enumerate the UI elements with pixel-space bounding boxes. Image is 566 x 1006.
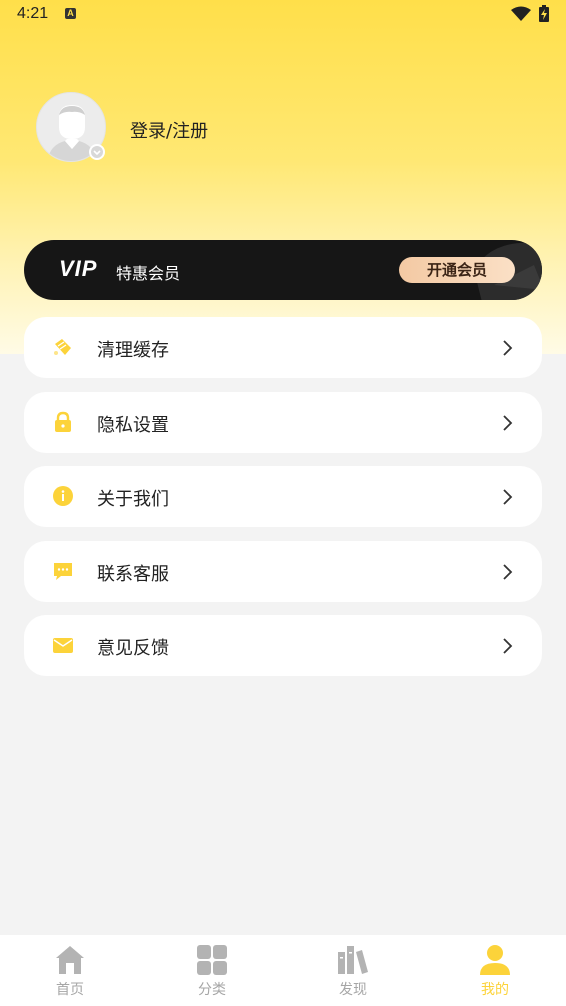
tab-home[interactable]: 首页 [30,935,110,1006]
battery-icon [539,5,549,22]
wifi-icon [511,6,531,21]
open-vip-button[interactable]: 开通会员 [399,257,515,283]
avatar-badge [89,144,105,160]
chevron-right-icon [503,638,513,654]
tab-discover[interactable]: 发现 [313,935,393,1006]
books-icon [338,946,368,974]
menu-item-customer-service[interactable]: 联系客服 [24,540,542,602]
menu-item-label: 意见反馈 [97,638,169,659]
grid-icon [197,945,227,975]
tab-label: 分类 [198,982,226,998]
menu-item-feedback[interactable]: 意见反馈 [24,615,542,676]
mail-icon [53,638,73,653]
check-icon [93,150,101,156]
bottom-tab-bar: 首页 分类 发现 我的 [0,935,566,1006]
menu-item-privacy[interactable]: 隐私设置 [24,391,542,453]
tab-label: 我的 [481,982,509,998]
home-icon [56,946,84,974]
menu-item-about[interactable]: 关于我们 [24,466,542,527]
chat-icon [54,562,72,580]
tab-category[interactable]: 分类 [172,935,252,1006]
chevron-right-icon [503,340,513,356]
tab-mine[interactable]: 我的 [455,935,535,1006]
chevron-right-icon [503,489,513,505]
status-bar: 4:21 A [0,0,566,28]
menu-item-label: 隐私设置 [97,414,169,436]
menu-item-label: 联系客服 [97,563,169,585]
broom-icon [54,339,71,355]
info-icon [53,486,73,506]
notification-icon: A [65,8,76,19]
user-icon [480,945,510,975]
menu-item-label: 清理缓存 [97,340,169,361]
status-time: 4:21 [17,5,49,22]
chevron-right-icon [503,414,513,431]
header-background [0,0,566,354]
tab-label: 发现 [339,982,367,998]
tab-label: 首页 [56,982,84,998]
vip-title: 特惠会员 [116,264,181,283]
menu-item-clear-cache[interactable]: 清理缓存 [24,317,542,378]
vip-banner[interactable]: VIP 特惠会员 开通会员 [24,240,542,300]
menu-item-label: 关于我们 [97,489,169,510]
lock-icon [55,411,71,432]
chevron-right-icon [503,563,513,580]
login-register-link[interactable]: 登录/注册 [130,117,208,143]
vip-logo: VIP [59,256,98,281]
settings-menu: 清理缓存 隐私设置 关于我们 联系客服 意见反馈 [24,317,542,690]
